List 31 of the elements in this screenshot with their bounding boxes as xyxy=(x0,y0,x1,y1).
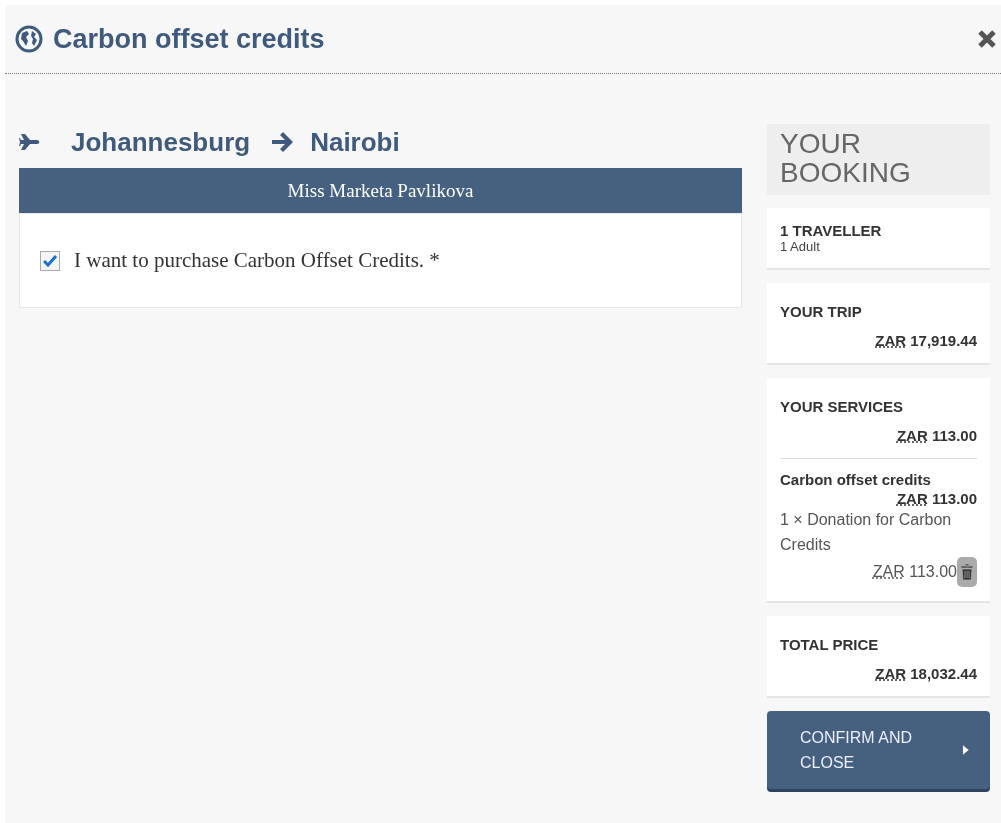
globe-icon xyxy=(15,25,43,53)
section-heading: YOUR SERVICES xyxy=(780,398,905,415)
price: ZAR 18,032.44 xyxy=(874,665,977,682)
price: ZAR 113.00 xyxy=(895,490,977,507)
destination-city: Nairobi xyxy=(310,126,400,158)
currency-abbr: ZAR xyxy=(875,332,907,349)
service-line: 1 × Donation for Carbon Credits xyxy=(780,510,953,555)
passenger-header: Miss Marketa Pavlikova xyxy=(19,168,742,213)
price: ZAR 17,919.44 xyxy=(874,332,977,349)
currency-abbr: ZAR xyxy=(872,563,905,580)
section-heading: TOTAL PRICE xyxy=(780,636,880,653)
booking-title: YOUR BOOKING xyxy=(767,124,990,195)
close-button[interactable] xyxy=(977,29,997,49)
checkbox-label: I want to purchase Carbon Offset Credits. * xyxy=(74,248,440,273)
origin-city: Johannesburg xyxy=(71,126,251,158)
price: ZAR 113.00 xyxy=(872,563,957,581)
section-heading: 1 TRAVELLER xyxy=(780,222,883,239)
service-name: Carbon offset credits xyxy=(780,471,932,488)
price: ZAR 113.00 xyxy=(895,427,977,444)
checkbox[interactable] xyxy=(40,250,60,271)
confirm-button[interactable]: CONFIRM AND CLOSE xyxy=(767,711,990,789)
section-heading: YOUR TRIP xyxy=(780,303,863,320)
caret-icon xyxy=(962,744,970,756)
traveller-detail: 1 Adult xyxy=(780,239,821,254)
currency-abbr: ZAR xyxy=(896,427,928,444)
dialog-title: Carbon offset credits xyxy=(53,23,326,55)
trash-icon[interactable] xyxy=(957,557,977,587)
currency-abbr: ZAR xyxy=(875,665,907,682)
currency-abbr: ZAR xyxy=(896,490,928,507)
arrow-right-icon xyxy=(270,131,295,153)
airplane-icon xyxy=(19,132,41,152)
